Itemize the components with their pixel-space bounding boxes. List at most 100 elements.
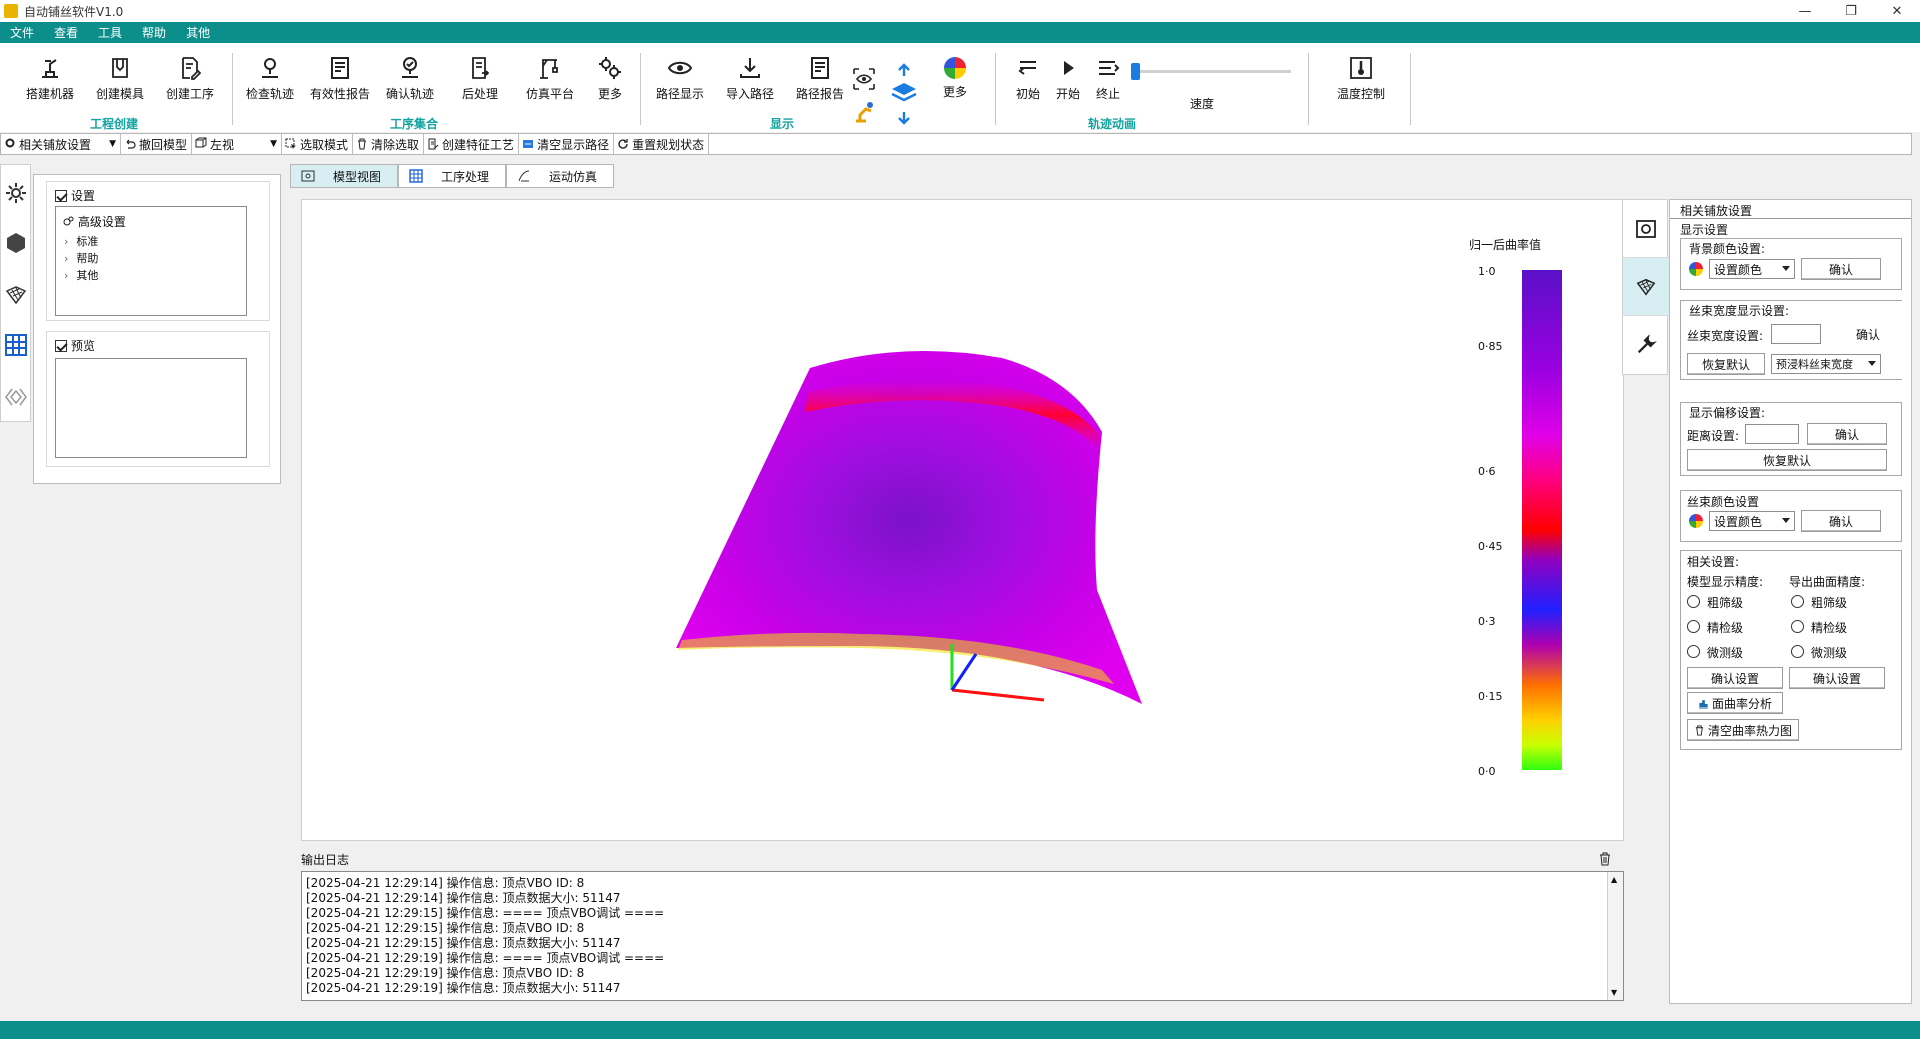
temperature-control-button[interactable]: 温度控制 — [1328, 55, 1394, 115]
mesh-surface-icon[interactable] — [4, 283, 28, 307]
related-settings-group: 相关设置: 模型显示精度: 导出曲面精度: 粗筛级 精检级 微测级 粗筛级 精检… — [1680, 550, 1902, 750]
path-report-button[interactable]: 路径报告 — [787, 55, 853, 115]
confirm-trajectory-button[interactable]: 确认轨迹 — [377, 55, 443, 115]
tab-process[interactable]: 工序处理 — [398, 164, 506, 188]
view-eye-icon[interactable] — [852, 67, 876, 91]
export-precision-micro-radio[interactable] — [1791, 645, 1804, 658]
colorbar-tick: 0·6 — [1478, 465, 1496, 478]
arrow-down-icon[interactable] — [892, 111, 916, 125]
menu-tools[interactable]: 工具 — [88, 24, 132, 41]
path-display-button[interactable]: 路径显示 — [647, 55, 713, 115]
tree-item-other[interactable]: › 其他 — [64, 267, 98, 283]
layup-settings-dropdown[interactable]: 相关铺放设置 ▼ — [1, 134, 121, 154]
preview-checkbox[interactable]: 预览 — [55, 337, 95, 354]
close-button[interactable]: ✕ — [1874, 0, 1920, 22]
gears-icon — [599, 57, 621, 79]
arrow-up-icon[interactable] — [892, 63, 916, 77]
grid-icon[interactable] — [4, 333, 28, 357]
robot-arm-color-icon[interactable] — [852, 99, 876, 123]
export-precision-confirm-button[interactable]: 确认设置 — [1789, 667, 1885, 689]
tree-item-help[interactable]: › 帮助 — [64, 250, 98, 266]
tree-item-standard[interactable]: › 标准 — [64, 233, 98, 249]
offset-input[interactable] — [1745, 424, 1799, 444]
build-machine-button[interactable]: 搭建机器 — [17, 55, 83, 115]
tow-width-input[interactable] — [1771, 324, 1821, 344]
colorbar-tick: 0·45 — [1478, 540, 1503, 553]
cube-icon[interactable] — [4, 231, 28, 255]
model-precision-coarse-radio[interactable] — [1687, 595, 1700, 608]
tow-width-select[interactable]: 预浸料丝束宽度 — [1771, 354, 1881, 374]
more-display-button[interactable]: 更多 — [922, 55, 988, 115]
settings-checkbox[interactable]: 设置 — [55, 187, 95, 204]
tab-motion-sim[interactable]: 运动仿真 — [506, 164, 614, 188]
view-select[interactable]: 左视 ▼ — [192, 134, 283, 154]
more-process-button[interactable]: 更多 — [577, 55, 643, 115]
settings-gear-icon[interactable] — [4, 181, 28, 205]
tow-color-select[interactable]: 设置颜色 — [1709, 511, 1795, 531]
bg-color-confirm-button[interactable]: 确认 — [1801, 258, 1881, 280]
undo-model-button[interactable]: 撤回模型 — [121, 134, 193, 154]
tow-width-confirm-button[interactable]: 确认 — [1835, 323, 1901, 345]
colorbar-tick: 1·0 — [1478, 265, 1496, 278]
scroll-down-icon[interactable]: ▼ — [1611, 988, 1617, 997]
model-precision-confirm-button[interactable]: 确认设置 — [1687, 667, 1783, 689]
display-settings-label: 显示设置 — [1680, 223, 1729, 237]
speed-slider[interactable] — [1131, 63, 1291, 80]
log-label: 输出日志 — [301, 853, 350, 867]
restore-button[interactable]: ❐ — [1828, 0, 1874, 22]
export-precision-fine-radio[interactable] — [1791, 620, 1804, 633]
check-trajectory-button[interactable]: 检查轨迹 — [237, 55, 303, 115]
header-divider — [1670, 218, 1911, 219]
offset-confirm-button[interactable]: 确认 — [1807, 423, 1887, 445]
reset-planning-state-button[interactable]: 重置规划状态 — [614, 134, 710, 154]
trash-icon — [1695, 724, 1704, 736]
settings-group: 设置 高级设置 › 标准 › 帮助 › 其他 — [46, 181, 270, 321]
create-feature-process-button[interactable]: 创建特征工艺 — [424, 134, 520, 154]
create-mold-button[interactable]: 创建模具 — [87, 55, 153, 115]
side-tab-tools[interactable] — [1623, 316, 1669, 374]
speed-slider-handle[interactable] — [1131, 63, 1140, 80]
log-scrollbar[interactable]: ▲ ▼ — [1607, 872, 1623, 1000]
create-process-button[interactable]: 创建工序 — [157, 55, 223, 115]
3d-viewport[interactable] — [301, 199, 1624, 841]
tree-item-advanced[interactable]: 高级设置 — [62, 213, 126, 230]
clear-display-path-button[interactable]: 清空显示路径 — [519, 134, 615, 154]
offset-reset-button[interactable]: 恢复默认 — [1687, 449, 1887, 471]
trash-icon[interactable] — [1598, 852, 1612, 866]
animation-stop-button[interactable]: 终止 — [1080, 55, 1136, 115]
side-tab-mesh[interactable] — [1623, 258, 1669, 316]
output-log[interactable]: [2025-04-21 12:29:14] 操作信息: 顶点VBO ID: 8 … — [301, 871, 1624, 1001]
export-precision-coarse-radio[interactable] — [1791, 595, 1804, 608]
gear-icon — [5, 138, 15, 147]
model-precision-fine-radio[interactable] — [1687, 620, 1700, 633]
undo-icon — [126, 139, 136, 149]
grid-icon — [409, 169, 423, 183]
validity-report-button[interactable]: 有效性报告 — [307, 55, 373, 115]
menu-view[interactable]: 查看 — [44, 24, 88, 41]
simulation-platform-button[interactable]: 仿真平台 — [517, 55, 583, 115]
menu-help[interactable]: 帮助 — [132, 24, 176, 41]
diamond-layers-icon[interactable] — [4, 385, 28, 409]
radio-label: 精检级 — [1811, 621, 1848, 635]
log-line: [2025-04-21 12:29:15] 操作信息: 顶点VBO ID: 8 — [306, 921, 585, 935]
model-view-icon — [301, 170, 315, 182]
import-path-button[interactable]: 导入路径 — [717, 55, 783, 115]
layers-icon[interactable] — [890, 81, 918, 105]
menu-other[interactable]: 其他 — [176, 24, 220, 41]
tow-color-confirm-button[interactable]: 确认 — [1801, 510, 1881, 532]
panel-header: 相关铺放设置 — [1680, 204, 1753, 218]
clear-selection-button[interactable]: 清除选取 — [353, 134, 425, 154]
post-process-button[interactable]: 后处理 — [447, 55, 513, 115]
scroll-up-icon[interactable]: ▲ — [1611, 875, 1617, 884]
minimize-button[interactable]: — — [1782, 0, 1828, 22]
tab-model-view[interactable]: 模型视图 — [290, 164, 398, 188]
clear-heatmap-button[interactable]: 清空曲率热力图 — [1687, 719, 1799, 741]
select-mode-button[interactable]: 选取模式 — [282, 134, 354, 154]
side-tab-model[interactable] — [1623, 200, 1669, 258]
crane-icon — [540, 59, 558, 79]
model-precision-micro-radio[interactable] — [1687, 645, 1700, 658]
menu-file[interactable]: 文件 — [0, 24, 44, 41]
bg-color-select[interactable]: 设置颜色 — [1709, 259, 1795, 279]
tow-width-reset-button[interactable]: 恢复默认 — [1687, 353, 1765, 375]
curvature-analysis-button[interactable]: 面曲率分析 — [1687, 692, 1783, 714]
